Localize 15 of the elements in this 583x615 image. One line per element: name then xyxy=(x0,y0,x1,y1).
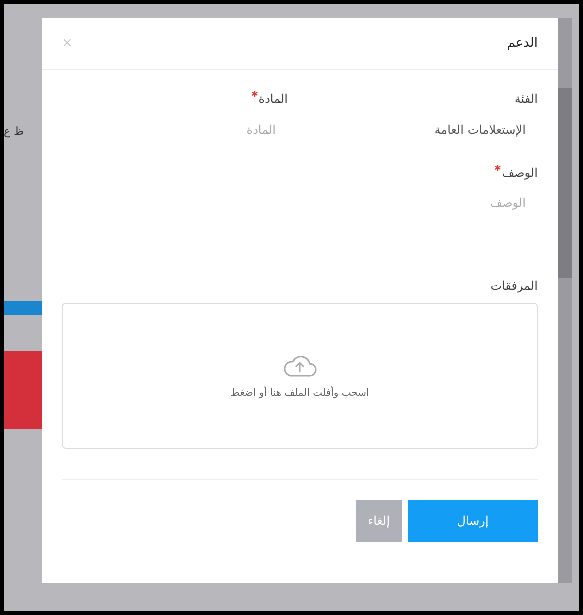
upload-hint: اسحب وأفلت الملف هنا أو اضغط xyxy=(230,386,370,400)
close-button[interactable]: × xyxy=(62,34,73,54)
upload-dropzone[interactable]: اسحب وأفلت الملف هنا أو اضغط xyxy=(62,303,538,449)
field-label: الوصف xyxy=(502,165,538,182)
description-field[interactable]: الوصف xyxy=(62,190,538,258)
cancel-button[interactable]: إلغاء xyxy=(356,500,402,542)
background-bar xyxy=(4,300,42,314)
field-label: المادة xyxy=(258,91,288,108)
subject-field[interactable]: المادة xyxy=(62,116,288,144)
send-button[interactable]: إرسال xyxy=(408,500,538,542)
field-label: المرفقات xyxy=(490,278,538,295)
background-text: ظ ع xyxy=(4,124,24,140)
dialog-title: الدعم xyxy=(507,34,538,53)
field-label: الفئة xyxy=(514,91,538,108)
category-select[interactable]: الإستعلامات العامة xyxy=(312,116,538,144)
